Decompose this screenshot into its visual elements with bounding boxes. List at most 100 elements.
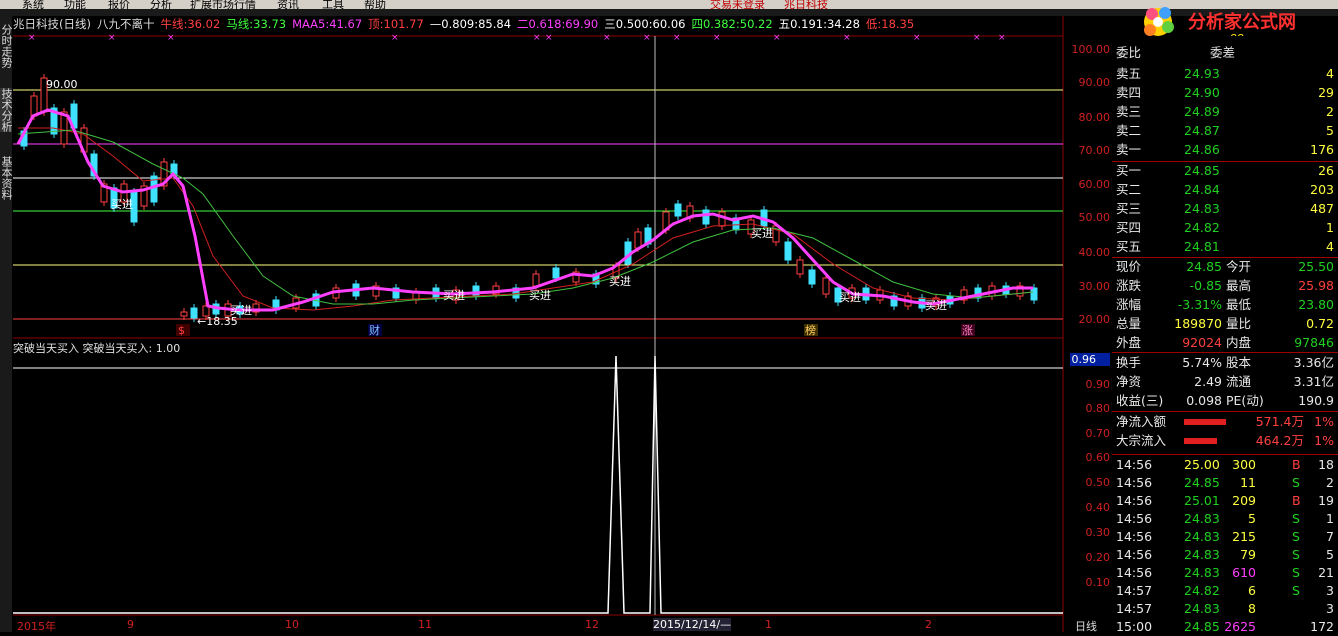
svg-text:×: × <box>998 33 1006 43</box>
kline-chart[interactable]: × × × × × × × × × × × × × × × 90.00 ←18.35 买进 买进 买… <box>13 16 1113 632</box>
trade-tick-row: 14:56 24.83 79 S 5 <box>1116 547 1334 562</box>
menu-system[interactable]: 系统 <box>22 0 44 9</box>
trade-tick-row: 14:56 24.83 215 S 7 <box>1116 529 1334 544</box>
ask-level-row: 卖四 24.90 29 <box>1116 85 1334 100</box>
info-item: 五0.191:34.28 <box>778 17 860 31</box>
event-marker-finance: 财 <box>369 323 380 337</box>
tab-fundamentals[interactable]: 基本资料 <box>0 156 13 200</box>
menu-function[interactable]: 功能 <box>64 0 86 9</box>
candle <box>472 285 480 297</box>
buy-signal-label: 买进 <box>111 198 133 211</box>
trade-tick-row: 14:56 24.85 11 S 2 <box>1116 475 1334 490</box>
candle <box>784 241 792 261</box>
fundamental-row: 收益(三) 0.098 PE(动) 190.9 <box>1116 393 1334 408</box>
y-tick-label: 70.00 <box>1078 144 1111 157</box>
menu-news[interactable]: 资讯 <box>277 0 299 9</box>
candle <box>634 231 642 249</box>
date-label: 2 <box>925 618 932 631</box>
y-tick-label: 0.80 <box>1085 402 1111 415</box>
trade-tick-row: 14:56 24.83 610 S 21 <box>1116 565 1334 580</box>
money-flow-bar <box>1184 419 1226 425</box>
buy-signal-label: 买进 <box>751 227 773 240</box>
y-tick-label: 0.30 <box>1085 526 1111 539</box>
tab-technical[interactable]: 技术分析 <box>0 88 13 132</box>
stock-title: 兆日科技(日线) <box>13 17 91 31</box>
candle <box>796 259 804 275</box>
y-tick-label: 50.00 <box>1078 211 1111 224</box>
y-tick-label: 60.00 <box>1078 178 1111 191</box>
indicator-title: 突破当天买入 突破当天买入: 1.00 <box>13 342 181 355</box>
svg-text:×: × <box>391 33 399 43</box>
bid-level-row: 买五 24.81 4 <box>1116 239 1334 254</box>
event-marker-rise: 涨 <box>962 324 973 337</box>
y-tick-label: 20.00 <box>1078 313 1111 326</box>
stat-row: 涨幅 -3.31% 最低 23.80 <box>1116 297 1334 312</box>
menu-analysis[interactable]: 分析 <box>150 0 172 9</box>
bid-level-row: 买四 24.82 1 <box>1116 220 1334 235</box>
svg-text:×: × <box>843 33 851 43</box>
event-marker-dollar: $ <box>178 324 185 337</box>
trade-tick-row: 15:00 24.85 2625 172 <box>1116 619 1334 634</box>
fundamental-row: 净资 2.49 流通 3.31亿 <box>1116 374 1334 389</box>
y-tick-label: 0.70 <box>1085 427 1111 440</box>
candle <box>718 211 726 227</box>
bid-level-row: 买二 24.84 203 <box>1116 182 1334 197</box>
stat-row: 外盘 92024 内盘 97846 <box>1116 335 1334 350</box>
menu-help[interactable]: 帮助 <box>364 0 386 9</box>
event-marker-list: 榜 <box>805 323 816 337</box>
y-tick-label: 40.00 <box>1078 246 1111 259</box>
buy-signal-label: 买进 <box>230 304 252 317</box>
stock-name-notice: 兆日科技 <box>784 0 828 9</box>
info-item: 二0.618:69.90 <box>517 17 599 31</box>
y-tick-label: 0.20 <box>1085 551 1111 564</box>
trade-login-status[interactable]: 交易未登录 <box>710 0 765 9</box>
y-tick-label: 100.00 <box>1071 43 1111 56</box>
bid-level-row: 买一 24.85 26 <box>1116 163 1334 178</box>
buy-signal-label: 买进 <box>839 291 861 304</box>
date-label: 9 <box>127 618 134 631</box>
date-label: 11 <box>418 618 432 631</box>
y-tick-label: 0.96 <box>1069 353 1110 366</box>
candle <box>1030 287 1038 301</box>
trade-tick-row: 14:57 24.83 8 3 <box>1116 601 1334 616</box>
ask-level-row: 卖三 24.89 2 <box>1116 104 1334 119</box>
crosshair-date: 2015/12/14/— <box>653 618 732 631</box>
high-price-label: 90.00 <box>46 78 78 91</box>
date-label: 1 <box>765 618 772 631</box>
candle <box>552 267 560 279</box>
info-item: 四0.382:50.22 <box>691 17 773 31</box>
buy-signal-label: 买进 <box>925 299 947 312</box>
y-tick-label: 0.90 <box>1085 378 1111 391</box>
svg-text:×: × <box>28 33 36 43</box>
y-axis: 100.00 90.00 80.00 70.00 60.00 50.00 40.00 30.0… <box>1066 16 1110 632</box>
candle <box>702 209 710 225</box>
svg-text:×: × <box>545 33 553 43</box>
y-tick-label: 80.00 <box>1078 111 1111 124</box>
info-item: 马线:33.73 <box>226 17 287 31</box>
menu-extended-market[interactable]: 扩展市场行情 <box>190 0 256 9</box>
ask-level-row: 卖一 24.86 176 <box>1116 142 1334 157</box>
quote-panel: 委比 委差 卖五 24.93 4 卖四 24.90 29 卖三 24.89 2 卖二 24.87 5 卖… <box>1112 36 1338 634</box>
trade-tick-row: 14:56 25.01 209 B 19 <box>1116 493 1334 508</box>
svg-text:×: × <box>713 33 721 43</box>
ask-level-row: 卖二 24.87 5 <box>1116 123 1334 138</box>
candle <box>822 277 830 295</box>
info-item: MAA5:41.67 <box>292 17 363 31</box>
y-tick-label: 0.50 <box>1085 476 1111 489</box>
info-item: —0.809:85.84 <box>429 17 512 31</box>
date-label: 12 <box>585 618 599 631</box>
trade-tick-row: 14:56 24.83 5 S 1 <box>1116 511 1334 526</box>
info-item: 低:18.35 <box>865 17 915 31</box>
tab-intraday[interactable]: 分时走势 <box>0 24 13 68</box>
menu-quote[interactable]: 报价 <box>108 0 130 9</box>
svg-text:×: × <box>167 33 175 43</box>
indicator-name: 八九不离十 <box>96 17 155 31</box>
info-item: 三0.500:60.06 <box>604 17 686 31</box>
stat-row: 现价 24.85 今开 25.50 <box>1116 259 1334 274</box>
menu-tools[interactable]: 工具 <box>322 0 344 9</box>
svg-text:×: × <box>108 33 116 43</box>
buy-signal-label: 买进 <box>609 275 631 288</box>
info-item: 顶:101.77 <box>368 17 424 31</box>
svg-text:×: × <box>913 33 921 43</box>
svg-text:×: × <box>673 33 681 43</box>
